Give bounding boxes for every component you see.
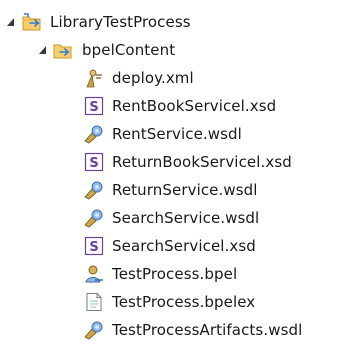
xsd-schema-icon: S	[83, 235, 105, 257]
svg-text:S: S	[89, 156, 98, 171]
tree-item-label: RentService.wsdl	[112, 125, 242, 143]
tree-item-label: RentBookServicel.xsd	[112, 97, 277, 115]
expand-triangle-icon[interactable]	[6, 17, 16, 27]
tree-item-file[interactable]: ReturnService.wsdl	[0, 176, 354, 204]
tree-item-label: TestProcess.bpelex	[112, 293, 256, 311]
tree-item-file[interactable]: TestProcess.bpelex	[0, 288, 354, 316]
tree-item-file[interactable]: S SearchServicel.xsd	[0, 232, 354, 260]
expand-triangle-icon[interactable]	[38, 45, 48, 55]
tree-item-file[interactable]: S RentBookServicel.xsd	[0, 92, 354, 120]
tree-item-label: bpelContent	[82, 41, 176, 59]
wsdl-icon	[83, 179, 105, 201]
tree-item-label: LibraryTestProcess	[50, 13, 191, 31]
folder-icon	[52, 39, 74, 61]
tree-item-label: SearchService.wsdl	[112, 209, 260, 227]
tree-item-label: TestProcessArtifacts.wsdl	[112, 321, 303, 339]
tree-item-file[interactable]: deploy.xml	[0, 64, 354, 92]
tree-item-file[interactable]: TestProcess.bpel	[0, 260, 354, 288]
tree-item-label: deploy.xml	[112, 69, 194, 87]
tree-item-label: ReturnService.wsdl	[112, 181, 258, 199]
svg-text:S: S	[89, 240, 98, 255]
document-icon	[83, 291, 105, 313]
tree-item-label: SearchServicel.xsd	[112, 237, 256, 255]
tree-item-project[interactable]: LibraryTestProcess	[0, 8, 354, 36]
tree-item-file[interactable]: S ReturnBookServicel.xsd	[0, 148, 354, 176]
tree-item-label: TestProcess.bpel	[112, 265, 238, 283]
wsdl-icon	[83, 207, 105, 229]
wsdl-icon	[83, 319, 105, 341]
wsdl-icon	[83, 123, 105, 145]
project-folder-icon	[21, 11, 43, 33]
bpel-process-icon	[83, 263, 105, 285]
tree-item-file[interactable]: SearchService.wsdl	[0, 204, 354, 232]
deploy-xml-icon	[83, 67, 105, 89]
xsd-schema-icon: S	[83, 95, 105, 117]
xsd-schema-icon: S	[83, 151, 105, 173]
svg-text:S: S	[89, 100, 98, 115]
tree-item-label: ReturnBookServicel.xsd	[112, 153, 292, 171]
tree-item-folder[interactable]: bpelContent	[0, 36, 354, 64]
tree-item-file[interactable]: RentService.wsdl	[0, 120, 354, 148]
tree-item-file[interactable]: TestProcessArtifacts.wsdl	[0, 316, 354, 344]
